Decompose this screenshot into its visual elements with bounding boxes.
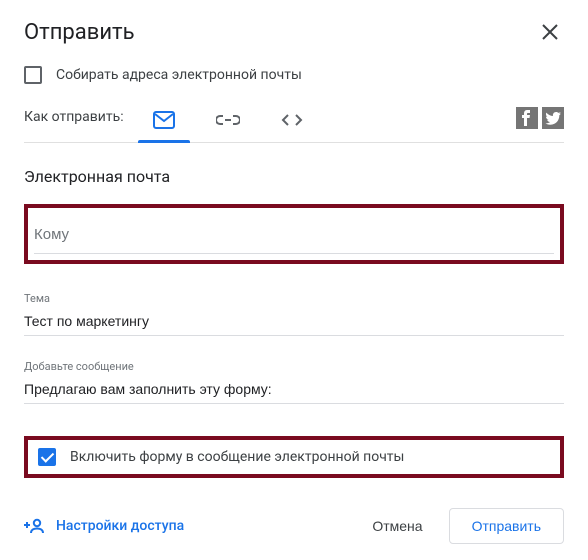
collect-emails-label: Собирать адреса электронной почты — [56, 67, 302, 83]
include-form-checkbox[interactable] — [38, 448, 56, 466]
facebook-icon — [522, 110, 532, 126]
message-field-block: Добавьте сообщение — [24, 360, 564, 404]
social-share — [516, 107, 564, 137]
share-twitter-button[interactable] — [542, 107, 564, 129]
cancel-button[interactable]: Отмена — [350, 509, 444, 543]
subject-field-block: Тема — [24, 292, 564, 336]
person-add-icon — [24, 518, 46, 534]
send-method-row: Как отправить: — [24, 102, 564, 143]
message-input[interactable] — [24, 375, 564, 404]
dialog-title: Отправить — [24, 20, 135, 45]
subject-label: Тема — [24, 292, 564, 305]
email-icon — [153, 111, 175, 129]
to-input[interactable] — [34, 210, 554, 254]
link-icon — [216, 114, 240, 126]
send-method-label: Как отправить: — [24, 109, 124, 135]
include-form-block: Включить форму в сообщение электронной п… — [24, 436, 564, 478]
sharing-settings-button[interactable]: Настройки доступа — [24, 518, 184, 534]
send-method-tabs — [148, 102, 516, 142]
collect-emails-checkbox[interactable] — [24, 66, 42, 84]
tab-email[interactable] — [148, 102, 180, 142]
close-button[interactable] — [536, 18, 564, 46]
collect-emails-row: Собирать адреса электронной почты — [24, 56, 564, 102]
share-facebook-button[interactable] — [516, 107, 538, 129]
tab-embed[interactable] — [276, 102, 308, 142]
dialog-header: Отправить — [0, 0, 588, 56]
email-section-title: Электронная почта — [24, 167, 564, 186]
embed-icon — [281, 113, 303, 127]
include-form-label: Включить форму в сообщение электронной п… — [70, 449, 404, 465]
message-label: Добавьте сообщение — [24, 360, 564, 373]
tab-link[interactable] — [212, 102, 244, 142]
sharing-settings-label: Настройки доступа — [56, 518, 184, 534]
subject-input[interactable] — [24, 307, 564, 336]
send-dialog: Отправить Собирать адреса электронной по… — [0, 0, 588, 560]
twitter-icon — [545, 112, 561, 125]
dialog-body: Собирать адреса электронной почты Как от… — [0, 56, 588, 548]
dialog-footer: Настройки доступа Отмена Отправить — [24, 488, 564, 548]
close-icon — [542, 24, 558, 40]
send-button[interactable]: Отправить — [449, 508, 564, 544]
to-field-block — [24, 204, 564, 264]
